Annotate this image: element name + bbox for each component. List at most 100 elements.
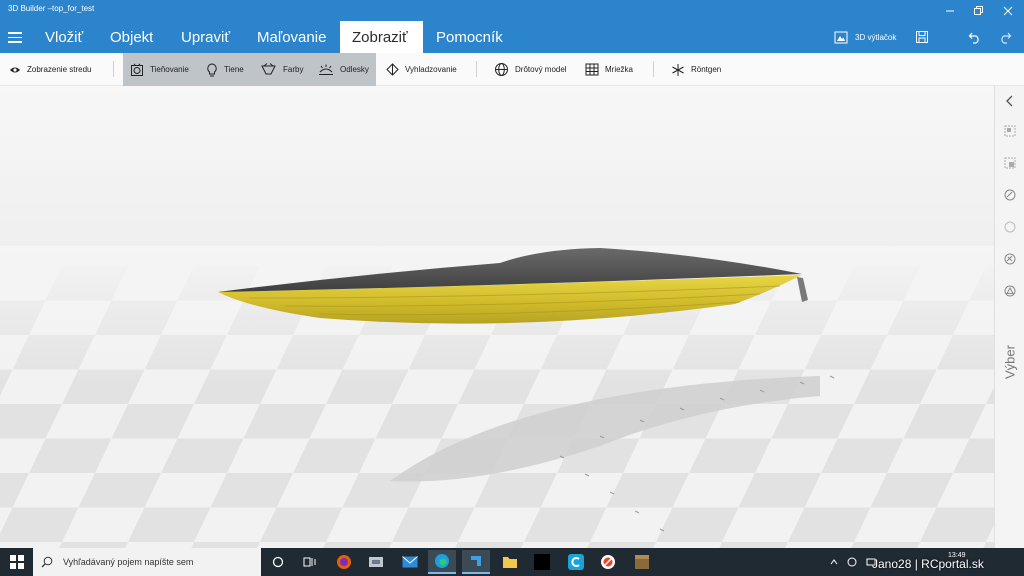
taskbar-app-edge[interactable] bbox=[428, 550, 456, 574]
select-faces-icon bbox=[1004, 157, 1016, 169]
menu-view[interactable]: Zobraziť bbox=[340, 21, 423, 53]
task-view-icon bbox=[303, 557, 316, 567]
view-ribbon: Zobrazenie stredu Tieňovanie Tiene Farby… bbox=[0, 53, 1024, 86]
globe-icon bbox=[495, 63, 508, 76]
watermark: Jano28 | RCportal.sk bbox=[872, 557, 984, 571]
select-triangle-button[interactable] bbox=[1003, 284, 1017, 298]
taskbar-app-mail[interactable] bbox=[396, 550, 424, 574]
menu-help[interactable]: Pomocník bbox=[424, 21, 515, 53]
taskbar-app-opera[interactable] bbox=[594, 550, 622, 574]
save-button[interactable] bbox=[915, 21, 929, 53]
select-vertices-button[interactable] bbox=[1003, 220, 1017, 234]
undo-button[interactable] bbox=[968, 21, 982, 53]
menu-paint[interactable]: Maľovanie bbox=[245, 21, 338, 53]
center-view-button[interactable]: Zobrazenie stredu bbox=[9, 53, 91, 86]
archive-icon bbox=[635, 555, 649, 569]
onedrive-icon[interactable] bbox=[847, 557, 857, 567]
minimize-button[interactable] bbox=[935, 0, 965, 21]
restore-button[interactable] bbox=[963, 0, 993, 21]
menu-edit[interactable]: Upraviť bbox=[169, 21, 242, 53]
edge-icon bbox=[435, 554, 449, 568]
center-view-label: Zobrazenie stredu bbox=[27, 65, 92, 74]
close-icon bbox=[1003, 6, 1013, 15]
shading-icon bbox=[131, 63, 143, 76]
circle-icon bbox=[1004, 221, 1016, 233]
taskbar-app-explorer[interactable] bbox=[362, 550, 390, 574]
restore-icon bbox=[974, 5, 983, 15]
shadows-label: Tiene bbox=[224, 65, 244, 74]
grid-icon bbox=[585, 63, 599, 76]
hamburger-menu-icon[interactable] bbox=[6, 29, 24, 45]
start-button[interactable] bbox=[0, 548, 33, 576]
save-icon bbox=[916, 31, 928, 43]
smoothing-icon bbox=[386, 63, 399, 76]
paint-bucket-icon bbox=[261, 63, 276, 75]
redo-button[interactable] bbox=[998, 21, 1012, 53]
menu-bar: Vložiť Objekt Upraviť Maľovanie Zobraziť… bbox=[0, 21, 1024, 53]
select-mesh-button[interactable] bbox=[1003, 252, 1017, 266]
undo-icon bbox=[968, 32, 979, 44]
photos-icon bbox=[369, 557, 383, 567]
taskbar: Vyhľadávaný pojem napíšte sem 13:49 bbox=[0, 548, 1024, 576]
colors-label: Farby bbox=[283, 65, 304, 74]
search-placeholder: Vyhľadávaný pojem napíšte sem bbox=[63, 557, 194, 567]
taskbar-app-3d-builder[interactable] bbox=[462, 550, 490, 574]
scene-canvas bbox=[0, 86, 994, 548]
selection-panel: Výber bbox=[994, 86, 1024, 548]
task-view-button[interactable] bbox=[296, 550, 324, 574]
reflections-toggle[interactable]: Odlesky bbox=[318, 53, 369, 86]
selection-panel-label: Výber bbox=[1002, 345, 1018, 379]
xray-icon bbox=[672, 63, 684, 76]
taskbar-app-firefox[interactable] bbox=[330, 550, 358, 574]
print-3d-button[interactable]: 3D výtlačok bbox=[834, 21, 896, 53]
cortana-button[interactable] bbox=[264, 550, 292, 574]
firefox-icon bbox=[337, 555, 351, 569]
xray-label: Röntgen bbox=[691, 65, 722, 74]
menu-insert[interactable]: Vložiť bbox=[33, 21, 95, 53]
smoothing-button[interactable]: Vyhladzovanie bbox=[386, 53, 457, 86]
wireframe-label: Drôtový model bbox=[515, 65, 567, 74]
title-bar: 3D Builder –top_for_test bbox=[0, 0, 1024, 21]
3d-viewport[interactable] bbox=[0, 86, 994, 548]
taskbar-app-terminal[interactable] bbox=[528, 550, 556, 574]
triangle-icon bbox=[1004, 285, 1016, 297]
shadows-toggle[interactable]: Tiene bbox=[206, 53, 244, 86]
system-tray bbox=[830, 548, 876, 576]
select-faces-button[interactable] bbox=[1003, 156, 1017, 170]
menu-object[interactable]: Objekt bbox=[98, 21, 165, 53]
xray-button[interactable]: Röntgen bbox=[671, 53, 721, 86]
circle-icon bbox=[272, 556, 284, 568]
windows-logo-icon bbox=[9, 555, 24, 569]
select-objects-button[interactable] bbox=[1003, 124, 1017, 138]
taskbar-app-ccleaner[interactable] bbox=[562, 550, 590, 574]
browser-icon bbox=[601, 555, 615, 569]
ccleaner-icon bbox=[568, 554, 584, 570]
select-mesh-icon bbox=[1004, 253, 1016, 265]
shading-toggle[interactable]: Tieňovanie bbox=[130, 53, 189, 86]
select-edges-icon bbox=[1004, 189, 1016, 201]
taskbar-app-file-explorer[interactable] bbox=[496, 550, 524, 574]
select-edges-button[interactable] bbox=[1003, 188, 1017, 202]
colors-toggle[interactable]: Farby bbox=[261, 53, 303, 86]
terminal-icon bbox=[534, 554, 550, 570]
chevron-up-icon[interactable] bbox=[830, 558, 838, 566]
print-3d-label: 3D výtlačok bbox=[855, 32, 897, 42]
wireframe-button[interactable]: Drôtový model bbox=[494, 53, 567, 86]
collapse-panel-button[interactable] bbox=[1003, 94, 1017, 108]
chevron-left-icon bbox=[1006, 95, 1013, 107]
ribbon-separator bbox=[476, 61, 477, 77]
window-title: 3D Builder –top_for_test bbox=[8, 4, 95, 13]
3d-builder-icon bbox=[471, 556, 481, 566]
redo-icon bbox=[1001, 32, 1012, 44]
grid-button[interactable]: Mriežka bbox=[585, 53, 633, 86]
eye-icon bbox=[10, 67, 20, 72]
close-button[interactable] bbox=[993, 0, 1023, 21]
taskbar-search[interactable]: Vyhľadávaný pojem napíšte sem bbox=[33, 548, 261, 576]
shading-label: Tieňovanie bbox=[150, 65, 189, 74]
search-icon bbox=[41, 556, 53, 568]
taskbar-app-archive[interactable] bbox=[628, 550, 656, 574]
ribbon-separator bbox=[113, 61, 114, 77]
folder-icon bbox=[503, 557, 517, 568]
grid-label: Mriežka bbox=[605, 65, 634, 74]
ribbon-separator bbox=[653, 61, 654, 77]
